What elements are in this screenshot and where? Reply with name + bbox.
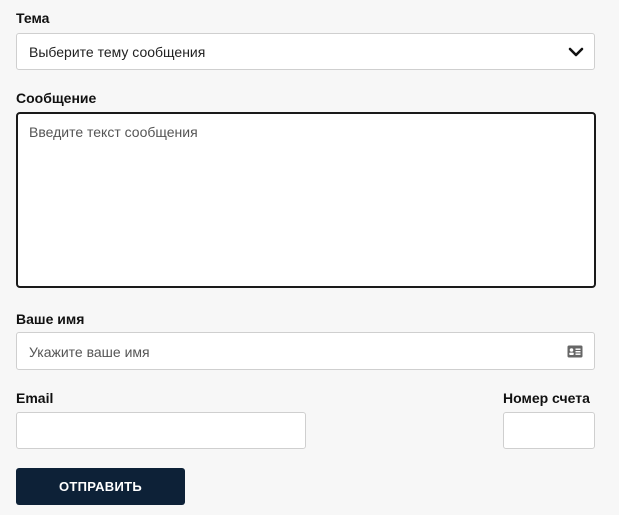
name-placeholder: Укажите ваше имя xyxy=(29,344,150,360)
chevron-down-icon xyxy=(568,47,584,57)
account-number-label: Номер счета xyxy=(503,390,590,406)
message-textarea[interactable]: Введите текст сообщения xyxy=(16,112,596,288)
submit-button[interactable]: ОТПРАВИТЬ xyxy=(16,468,185,505)
topic-label: Тема xyxy=(16,10,50,26)
message-placeholder: Введите текст сообщения xyxy=(29,124,198,140)
contact-card-icon xyxy=(567,345,583,358)
topic-select[interactable]: Выберите тему сообщения xyxy=(16,33,595,70)
name-input[interactable]: Укажите ваше имя xyxy=(16,332,595,370)
topic-selected-value: Выберите тему сообщения xyxy=(29,44,206,60)
account-number-field[interactable] xyxy=(503,412,595,449)
email-field[interactable] xyxy=(16,412,306,449)
name-label: Ваше имя xyxy=(16,311,85,327)
message-label: Сообщение xyxy=(16,90,97,106)
email-label: Email xyxy=(16,390,54,406)
